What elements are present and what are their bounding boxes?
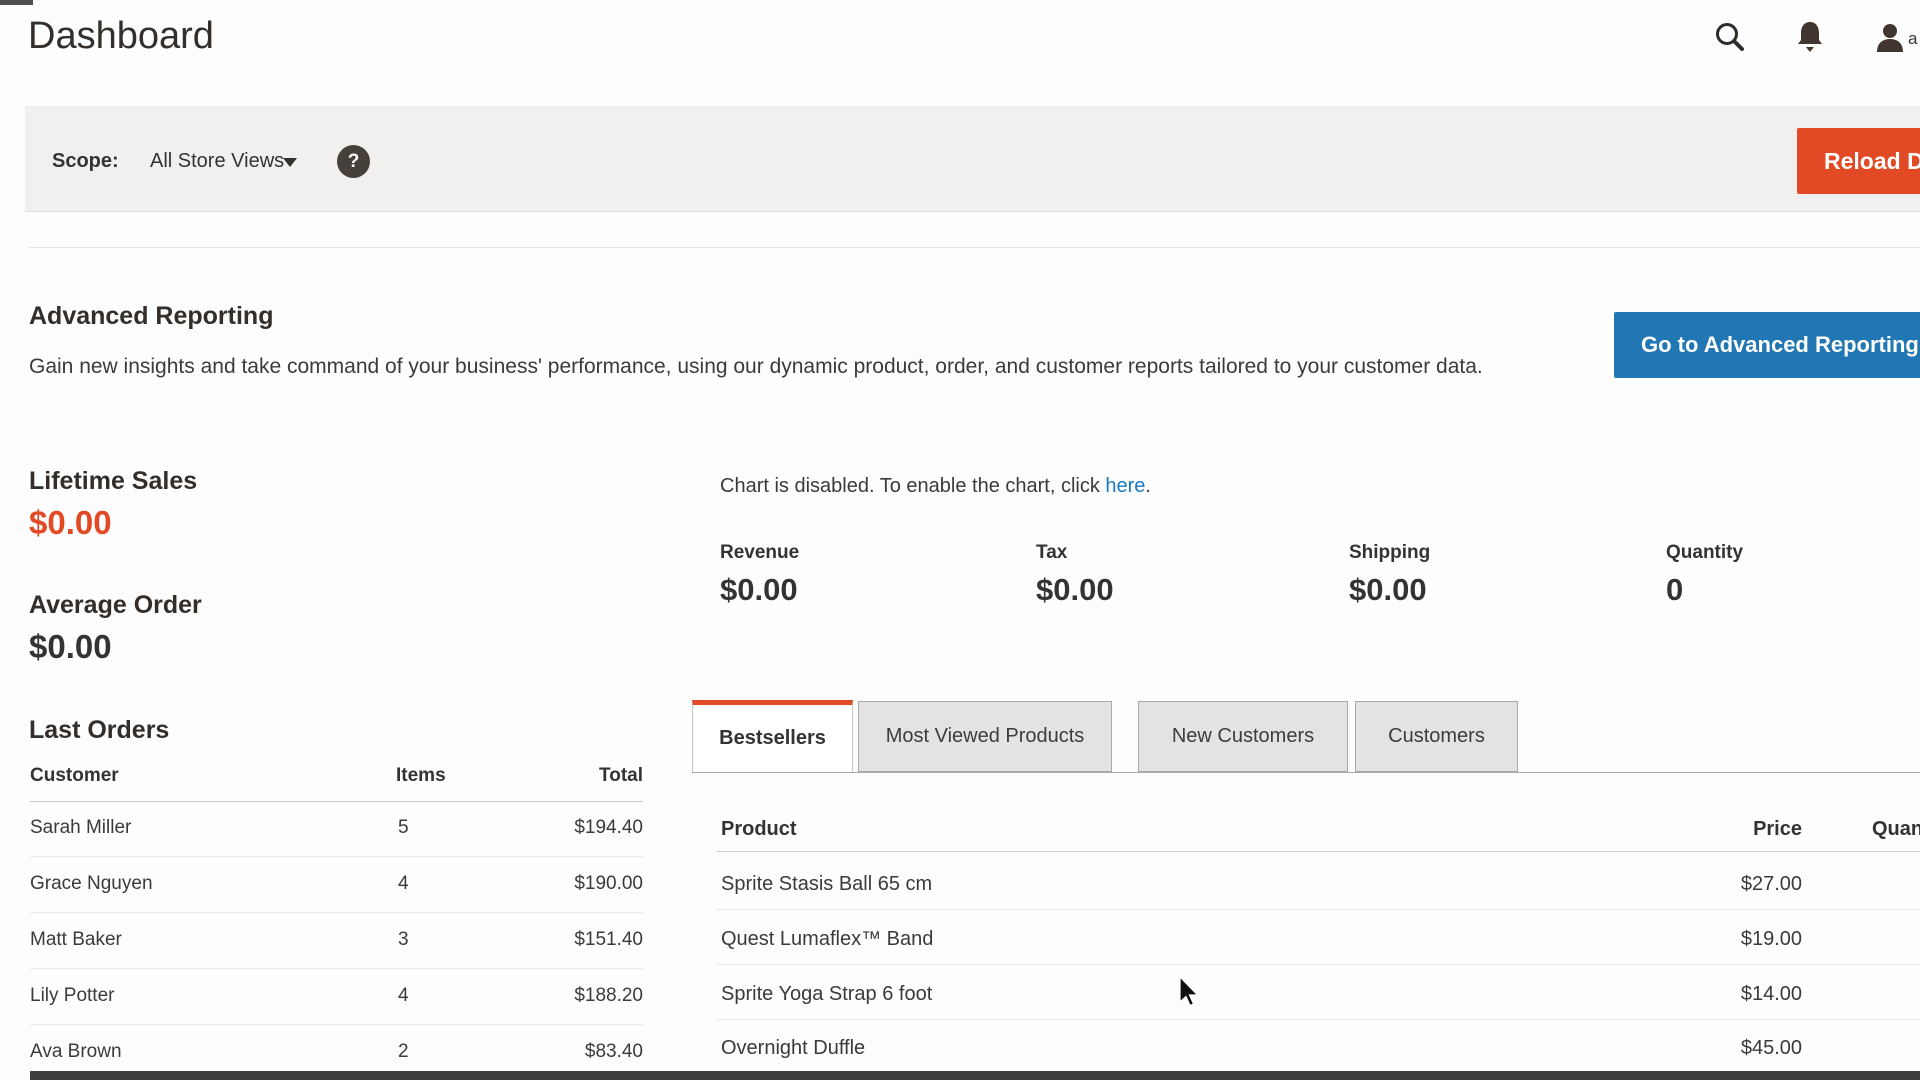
metric-revenue-value: $0.00: [720, 574, 798, 605]
advanced-reporting-description: Gain new insights and take command of yo…: [29, 355, 1483, 378]
last-orders-col-total: Total: [523, 766, 643, 787]
chart-disabled-text: Chart is disabled. To enable the chart, …: [720, 475, 1105, 497]
notifications-bell-icon[interactable]: [1790, 17, 1830, 57]
items-cell: 4: [398, 874, 409, 895]
row-divider: [717, 1019, 1920, 1020]
tab-bestsellers[interactable]: Bestsellers: [692, 700, 853, 772]
search-icon-glyph: [1713, 21, 1747, 55]
enable-chart-link[interactable]: here: [1105, 475, 1145, 497]
help-icon[interactable]: ?: [337, 145, 370, 178]
scope-bar: [25, 106, 1920, 212]
top-left-strip: [0, 0, 33, 5]
product-cell: Sprite Yoga Strap 6 foot: [721, 983, 932, 1005]
metric-revenue-label: Revenue: [720, 543, 799, 564]
last-orders-col-customer: Customer: [30, 766, 119, 787]
user-glyph: [1874, 22, 1906, 54]
products-col-quantity: Quantity: [1872, 818, 1920, 840]
table-row[interactable]: Quest Lumaflex™ Band $19.00: [717, 928, 1920, 952]
tabs-baseline: [692, 772, 1920, 773]
table-row[interactable]: Sprite Stasis Ball 65 cm $27.00: [717, 873, 1920, 897]
table-row[interactable]: Ava Brown 2 $83.40: [30, 1042, 643, 1064]
row-divider: [30, 968, 643, 969]
last-orders-title: Last Orders: [29, 717, 169, 745]
metric-tax-value: $0.00: [1036, 574, 1114, 605]
customer-cell: Lily Potter: [30, 986, 114, 1007]
metric-quantity-label: Quantity: [1666, 543, 1743, 564]
page-title: Dashboard: [28, 14, 214, 60]
table-row[interactable]: Lily Potter 4 $188.20: [30, 986, 643, 1008]
tab-most-viewed-products[interactable]: Most Viewed Products: [858, 701, 1112, 772]
average-order-value: $0.00: [29, 630, 112, 663]
price-cell: $14.00: [1662, 983, 1802, 1005]
row-divider: [717, 909, 1920, 910]
total-cell: $194.40: [523, 818, 643, 839]
metric-tax-label: Tax: [1036, 543, 1067, 564]
table-row[interactable]: Grace Nguyen 4 $190.00: [30, 874, 643, 896]
total-cell: $188.20: [523, 986, 643, 1007]
products-col-product: Product: [721, 818, 797, 840]
mouse-cursor: [1178, 976, 1202, 1008]
scope-label: Scope:: [52, 150, 119, 172]
items-cell: 2: [398, 1042, 409, 1063]
cursor-arrow-icon: [1178, 976, 1202, 1008]
price-cell: $45.00: [1662, 1037, 1802, 1059]
metric-shipping-value: $0.00: [1349, 574, 1427, 605]
username-label[interactable]: a: [1908, 29, 1917, 49]
metric-quantity-value: 0: [1666, 574, 1683, 605]
chart-disabled-period: .: [1145, 475, 1151, 497]
customer-cell: Grace Nguyen: [30, 874, 153, 895]
products-header-divider: [717, 851, 1920, 852]
product-cell: Sprite Stasis Ball 65 cm: [721, 873, 932, 895]
tab-customers[interactable]: Customers: [1355, 701, 1518, 772]
total-cell: $151.40: [523, 930, 643, 951]
product-cell: Quest Lumaflex™ Band: [721, 928, 933, 950]
advanced-reporting-title: Advanced Reporting: [29, 303, 273, 331]
price-cell: $27.00: [1662, 873, 1802, 895]
reload-data-button[interactable]: Reload Data: [1797, 128, 1920, 194]
tab-new-customers[interactable]: New Customers: [1138, 701, 1348, 772]
chevron-down-icon[interactable]: [283, 158, 297, 167]
chart-disabled-notice: Chart is disabled. To enable the chart, …: [720, 475, 1151, 497]
row-divider: [30, 1024, 643, 1025]
last-orders-col-items: Items: [396, 766, 446, 787]
table-row[interactable]: Matt Baker 3 $151.40: [30, 930, 643, 952]
bottom-bar: [30, 1071, 1920, 1080]
average-order-label: Average Order: [29, 592, 202, 620]
user-account-icon[interactable]: [1870, 18, 1910, 58]
items-cell: 4: [398, 986, 409, 1007]
row-divider: [30, 856, 643, 857]
table-row[interactable]: Sarah Miller 5 $194.40: [30, 818, 643, 840]
dashboard-page: Dashboard a Scope: All Store Views ? Rel…: [0, 0, 1920, 1080]
section-divider: [29, 247, 1920, 248]
products-col-price: Price: [1662, 818, 1802, 840]
go-to-advanced-reporting-button[interactable]: Go to Advanced Reporting: [1614, 312, 1920, 378]
customer-cell: Sarah Miller: [30, 818, 131, 839]
table-row[interactable]: Sprite Yoga Strap 6 foot $14.00: [717, 983, 1920, 1007]
lifetime-sales-value: $0.00: [29, 506, 112, 539]
total-cell: $190.00: [523, 874, 643, 895]
customer-cell: Ava Brown: [30, 1042, 122, 1063]
items-cell: 5: [398, 818, 409, 839]
last-orders-header-divider: [30, 801, 643, 802]
bell-glyph: [1794, 19, 1826, 55]
price-cell: $19.00: [1662, 928, 1802, 950]
total-cell: $83.40: [523, 1042, 643, 1063]
lifetime-sales-label: Lifetime Sales: [29, 468, 197, 496]
search-icon[interactable]: [1710, 18, 1750, 58]
table-row[interactable]: Overnight Duffle $45.00: [717, 1037, 1920, 1061]
metric-shipping-label: Shipping: [1349, 543, 1430, 564]
items-cell: 3: [398, 930, 409, 951]
store-view-switcher[interactable]: All Store Views: [150, 150, 284, 172]
row-divider: [30, 912, 643, 913]
customer-cell: Matt Baker: [30, 930, 122, 951]
product-cell: Overnight Duffle: [721, 1037, 865, 1059]
row-divider: [717, 964, 1920, 965]
